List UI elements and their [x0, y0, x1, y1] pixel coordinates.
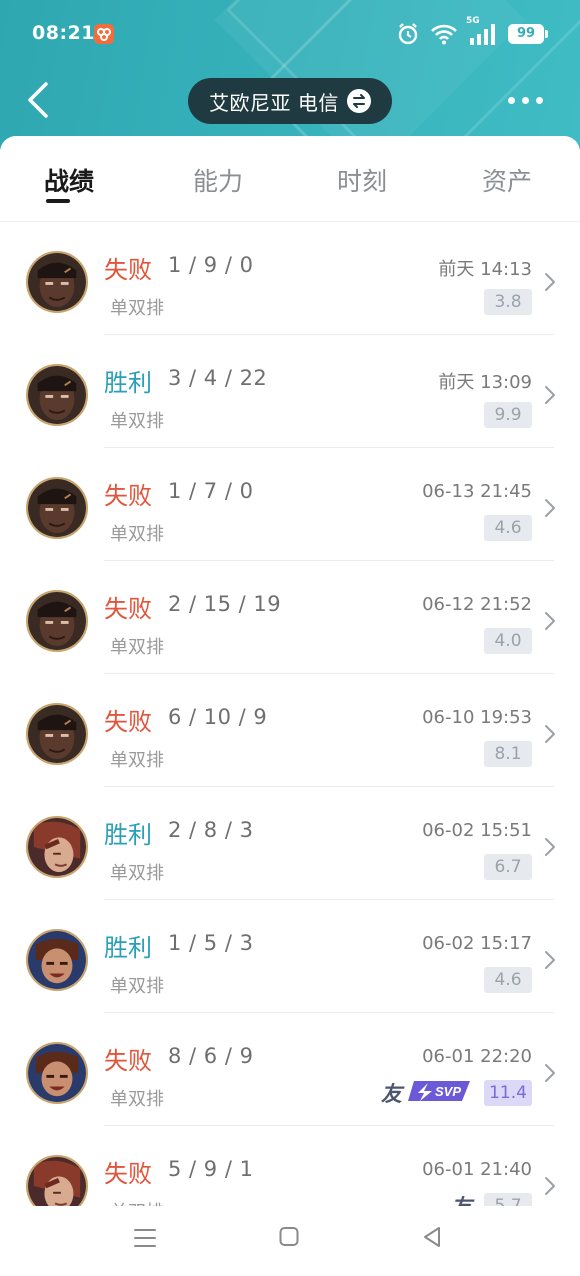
- champion-avatar: [26, 364, 88, 426]
- match-badges: 友 SVP: [381, 1077, 472, 1109]
- chevron-right-icon: [544, 385, 556, 405]
- tab-indicator: [46, 199, 70, 203]
- match-time: 06-13 21:45: [422, 481, 532, 502]
- match-score-badge: 9.9: [484, 402, 532, 428]
- match-result: 失败: [104, 595, 152, 623]
- svp-badge-icon: SVP: [408, 1079, 472, 1107]
- match-score-badge: 4.0: [484, 628, 532, 654]
- match-mode: 单双排: [110, 298, 164, 319]
- back-triangle-icon[interactable]: [422, 1226, 442, 1252]
- server-switch-button[interactable]: 艾欧尼亚 电信: [188, 78, 392, 124]
- match-result: 胜利: [104, 821, 152, 849]
- match-kda: 8 / 6 / 9: [168, 1044, 254, 1068]
- match-row[interactable]: 失败 8 / 6 / 9 单双排 06-01 22:20 友 SVP 11.4: [0, 1013, 580, 1126]
- match-result: 胜利: [104, 934, 152, 962]
- champion-avatar: [26, 590, 88, 652]
- match-row[interactable]: 失败 2 / 15 / 19 单双排 06-12 21:52 4.0: [0, 561, 580, 674]
- wifi-icon: [430, 23, 458, 45]
- swap-icon: [346, 89, 371, 113]
- match-result: 失败: [104, 1047, 152, 1075]
- menu-icon[interactable]: [134, 1226, 156, 1254]
- match-result: 失败: [104, 256, 152, 284]
- match-time: 前天 13:09: [438, 372, 532, 393]
- tab-bar: 战绩 能力 时刻 资产: [0, 136, 580, 222]
- match-row[interactable]: 失败 1 / 9 / 0 单双排 前天 14:13 3.8: [0, 222, 580, 335]
- match-row[interactable]: 失败 1 / 7 / 0 单双排 06-13 21:45 4.6: [0, 448, 580, 561]
- chevron-right-icon: [544, 1176, 556, 1196]
- tab-ability[interactable]: 能力: [193, 162, 243, 198]
- system-navbar: [0, 1206, 580, 1276]
- match-mode: 单双排: [110, 1089, 164, 1110]
- match-time: 06-02 15:51: [422, 820, 532, 841]
- match-time: 06-12 21:52: [422, 594, 532, 615]
- chevron-right-icon: [544, 837, 556, 857]
- server-name: 艾欧尼亚 电信: [209, 90, 339, 115]
- match-row[interactable]: 胜利 1 / 5 / 3 单双排 06-02 15:17 4.6: [0, 900, 580, 1013]
- chevron-right-icon: [544, 724, 556, 744]
- friend-badge-icon: 友: [381, 1082, 402, 1106]
- match-row[interactable]: 失败 6 / 10 / 9 单双排 06-10 19:53 8.1: [0, 674, 580, 787]
- match-score-badge: 11.4: [484, 1080, 532, 1106]
- match-score-badge: 4.6: [484, 967, 532, 993]
- match-kda: 1 / 5 / 3: [168, 931, 254, 955]
- match-mode: 单双排: [110, 637, 164, 658]
- champion-avatar: [26, 1042, 88, 1104]
- match-kda: 3 / 4 / 22: [168, 366, 268, 390]
- champion-avatar: [26, 929, 88, 991]
- match-time: 06-10 19:53: [422, 707, 532, 728]
- match-score-badge: 4.6: [484, 515, 532, 541]
- match-time: 06-01 21:40: [422, 1159, 532, 1180]
- chevron-right-icon: [544, 611, 556, 631]
- match-result: 失败: [104, 482, 152, 510]
- champion-avatar: [26, 703, 88, 765]
- match-result: 失败: [104, 1160, 152, 1188]
- chevron-right-icon: [544, 498, 556, 518]
- match-row[interactable]: 胜利 3 / 4 / 22 单双排 前天 13:09 9.9: [0, 335, 580, 448]
- app-notification-icon: [94, 24, 114, 44]
- app-header: 08:21 5G 99 艾欧尼亚 电信: [0, 0, 580, 150]
- match-score-badge: 8.1: [484, 741, 532, 767]
- champion-avatar: [26, 251, 88, 313]
- status-bar: 08:21 5G 99: [0, 0, 580, 68]
- content-sheet: 战绩 能力 时刻 资产 失败 1 / 9 / 0 单双排 前天 14:13 3.8 胜利 3…: [0, 136, 580, 1276]
- match-result: 胜利: [104, 369, 152, 397]
- tab-record[interactable]: 战绩: [44, 162, 94, 198]
- match-row[interactable]: 胜利 2 / 8 / 3 单双排 06-02 15:51 6.7: [0, 787, 580, 900]
- match-mode: 单双排: [110, 524, 164, 545]
- match-kda: 6 / 10 / 9: [168, 705, 268, 729]
- match-kda: 5 / 9 / 1: [168, 1157, 254, 1181]
- match-mode: 单双排: [110, 411, 164, 432]
- match-mode: 单双排: [110, 976, 164, 997]
- match-kda: 1 / 9 / 0: [168, 253, 254, 277]
- match-kda: 2 / 15 / 19: [168, 592, 282, 616]
- home-square-icon[interactable]: [279, 1226, 299, 1252]
- battery-icon: 99: [508, 24, 548, 44]
- 5g-signal-icon: 5G: [466, 16, 498, 46]
- alarm-icon: [396, 22, 420, 46]
- tab-assets[interactable]: 资产: [482, 162, 532, 198]
- svp-label: SVP: [435, 1084, 461, 1099]
- match-mode: 单双排: [110, 863, 164, 884]
- back-chevron-icon[interactable]: [24, 80, 54, 120]
- network-type-label: 5G: [466, 16, 480, 26]
- chevron-right-icon: [544, 950, 556, 970]
- chevron-right-icon: [544, 272, 556, 292]
- match-result: 失败: [104, 708, 152, 736]
- tab-moments[interactable]: 时刻: [337, 162, 387, 198]
- match-mode: 单双排: [110, 750, 164, 771]
- match-kda: 2 / 8 / 3: [168, 818, 254, 842]
- match-score-badge: 3.8: [484, 289, 532, 315]
- champion-avatar: [26, 477, 88, 539]
- match-time: 06-02 15:17: [422, 933, 532, 954]
- status-time: 08:21: [32, 22, 95, 44]
- champion-avatar: [26, 816, 88, 878]
- more-icon[interactable]: [508, 92, 546, 108]
- match-time: 前天 14:13: [438, 259, 532, 280]
- match-score-badge: 6.7: [484, 854, 532, 880]
- match-time: 06-01 22:20: [422, 1046, 532, 1067]
- match-kda: 1 / 7 / 0: [168, 479, 254, 503]
- chevron-right-icon: [544, 1063, 556, 1083]
